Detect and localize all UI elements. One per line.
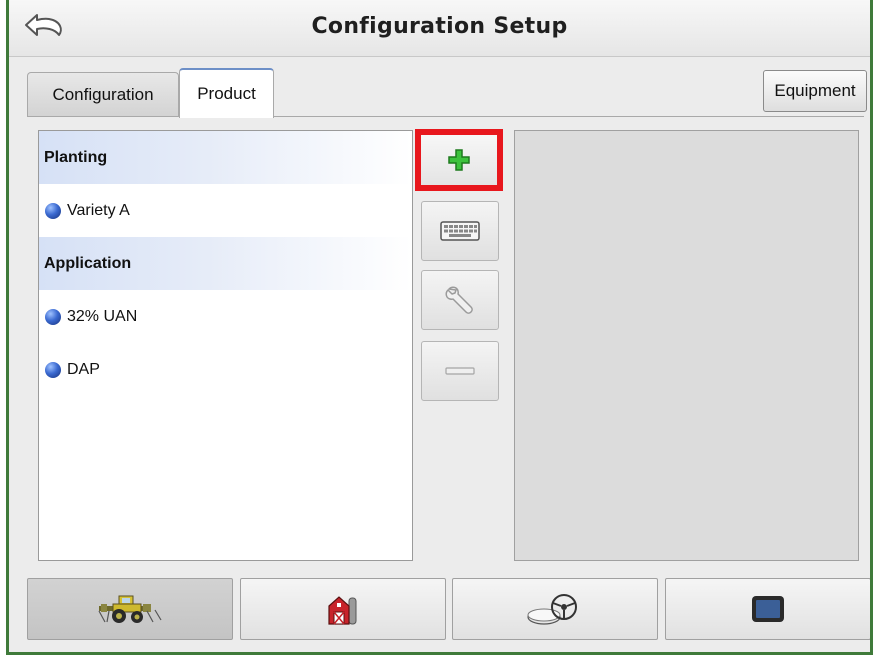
item-label: 32% UAN — [67, 307, 138, 325]
add-button[interactable] — [415, 129, 503, 191]
group-label: Application — [44, 254, 132, 272]
nav-equipment-button[interactable] — [27, 578, 233, 640]
keyboard-icon — [440, 221, 480, 241]
equipment-button[interactable]: Equipment — [763, 70, 867, 112]
tab-product[interactable]: Product — [179, 68, 274, 118]
blue-dot-icon — [45, 361, 61, 378]
edit-button[interactable] — [421, 270, 499, 330]
tab-divider — [27, 116, 864, 117]
item-label: Variety A — [67, 201, 130, 219]
display-icon — [752, 596, 784, 622]
nav-farm-button[interactable] — [240, 578, 446, 640]
nav-guidance-button[interactable] — [452, 578, 658, 640]
tractor-icon — [98, 595, 162, 623]
title-bar: Configuration Setup — [9, 0, 870, 57]
list-item[interactable]: Variety A — [39, 184, 412, 237]
product-list: Planting Variety A Application 32% UAN D… — [38, 130, 413, 561]
minus-icon — [445, 367, 475, 375]
page-title: Configuration Setup — [311, 14, 568, 39]
group-label: Planting — [44, 148, 108, 166]
plus-icon — [448, 149, 470, 171]
list-item[interactable]: 32% UAN — [39, 290, 412, 343]
blue-dot-icon — [45, 308, 61, 325]
group-header-planting: Planting — [39, 131, 412, 184]
app-window: Configuration Setup Configuration Produc… — [6, 0, 873, 655]
blue-dot-icon — [45, 202, 61, 219]
item-label: DAP — [67, 360, 100, 378]
detail-panel — [514, 130, 859, 561]
nav-display-button[interactable] — [665, 578, 870, 640]
guidance-icon — [527, 594, 577, 625]
remove-button[interactable] — [421, 341, 499, 401]
wrench-icon — [445, 286, 473, 314]
tab-configuration[interactable]: Configuration — [27, 72, 179, 116]
list-item[interactable]: DAP — [39, 343, 412, 396]
barn-icon — [328, 596, 357, 625]
keyboard-button[interactable] — [421, 201, 499, 261]
group-header-application: Application — [39, 237, 412, 290]
